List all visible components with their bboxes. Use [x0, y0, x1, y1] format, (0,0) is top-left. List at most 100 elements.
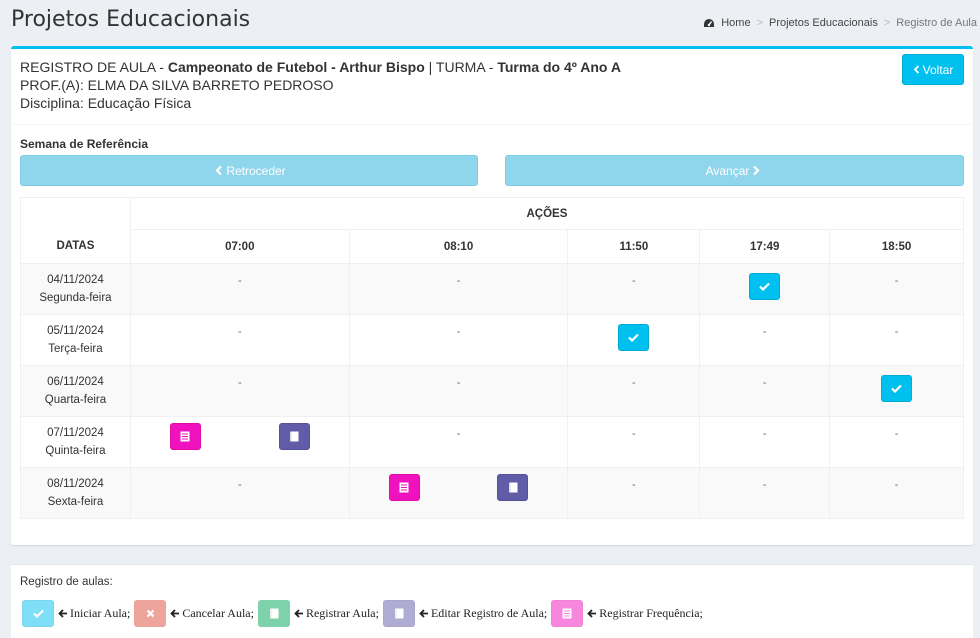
date-cell: 05/11/2024 Terça-feira — [20, 314, 131, 366]
legend-label: Registrar Frequência; — [599, 606, 703, 620]
breadcrumb-projects[interactable]: Projetos Educacionais — [769, 17, 878, 29]
legend-edit-swatch — [382, 600, 415, 627]
back-button[interactable]: Voltar — [902, 54, 964, 85]
legend-row: Iniciar Aula; Cancelar Aula; Registrar A… — [22, 600, 707, 627]
slot-cell: - — [829, 467, 964, 519]
legend-label: Cancelar Aula; — [182, 606, 254, 620]
next-week-label: Avançar — [705, 163, 750, 178]
legend-label: Iniciar Aula; — [70, 606, 131, 620]
slot-cell: - — [699, 314, 831, 366]
chevron-left-icon — [913, 65, 919, 74]
slot-cell — [348, 467, 569, 519]
legend-item-edit: Editar Registro de Aula; — [382, 600, 548, 627]
time-header: 17:49 — [699, 229, 831, 264]
table-row: 05/11/2024 Terça-feira - - - - — [20, 314, 964, 366]
table-row: 07/11/2024 Quinta-feira - - - - — [20, 416, 964, 468]
slot-cell: - — [348, 314, 569, 366]
legend-item-start: Iniciar Aula; — [22, 600, 130, 627]
slot-cell: - — [699, 416, 831, 468]
slot-cell: - — [348, 365, 569, 417]
time-header: 08:10 — [348, 229, 569, 264]
slot-cell: - — [129, 263, 350, 315]
slot-cell: - — [567, 467, 701, 519]
date-cell: 06/11/2024 Quarta-feira — [20, 365, 131, 417]
title-separator: | TURMA - — [424, 59, 498, 75]
breadcrumb-current: Registro de Aula — [896, 17, 977, 29]
book-icon — [394, 608, 404, 619]
slot-cell: - — [699, 365, 831, 417]
page-title: Projetos Educacionais — [11, 7, 251, 32]
slot-cell: - — [348, 263, 569, 315]
project-name: Campeonato de Futebol - Arthur Bispo — [167, 59, 425, 75]
start-lesson-button[interactable] — [618, 323, 650, 351]
arrow-left-icon — [58, 609, 67, 618]
slot-cell: - — [829, 314, 964, 366]
slot-cell: - — [829, 416, 964, 468]
legend-register-swatch — [257, 600, 290, 627]
breadcrumb-separator: > — [883, 17, 891, 29]
book-icon — [269, 608, 279, 619]
close-icon — [146, 609, 155, 618]
edit-lesson-record-button[interactable] — [278, 422, 310, 450]
legend-item-attendance: Registrar Frequência; — [551, 600, 703, 627]
slot-cell: - — [129, 467, 350, 519]
breadcrumb: Home > Projetos Educacionais > Registro … — [703, 17, 977, 29]
previous-week-button[interactable]: Retroceder — [20, 155, 478, 186]
legend-start-swatch — [22, 600, 54, 627]
dashboard-icon — [704, 18, 715, 27]
register-attendance-button[interactable] — [388, 473, 420, 501]
book-icon — [508, 482, 518, 492]
arrow-left-icon — [170, 609, 180, 618]
book-icon — [290, 431, 299, 441]
table-row: 06/11/2024 Quarta-feira - - - - — [20, 365, 964, 417]
breadcrumb-home[interactable]: Home — [721, 17, 750, 29]
chevron-left-icon — [215, 165, 223, 176]
date-cell: 04/11/2024 Segunda-feira — [20, 263, 131, 315]
actions-column-header: AÇÕES — [129, 197, 965, 230]
legend-item-register: Registrar Aula; — [257, 600, 379, 627]
list-icon — [562, 608, 572, 619]
date-cell: 08/11/2024 Sexta-feira — [20, 467, 131, 519]
title-prefix: REGISTRO DE AULA - — [20, 59, 168, 75]
legend-title: Registro de aulas: — [20, 576, 113, 588]
slot-cell — [829, 365, 964, 417]
lesson-title-line: REGISTRO DE AULA - Campeonato de Futebol… — [20, 58, 621, 76]
slot-cell: - — [829, 263, 964, 315]
list-icon — [180, 431, 190, 441]
slot-cell — [567, 314, 701, 366]
time-header: 07:00 — [129, 229, 350, 264]
legend-panel: Registro de aulas: Iniciar Aula; Cancela… — [11, 564, 973, 638]
start-lesson-button[interactable] — [881, 374, 913, 402]
dates-column-header: DATAS — [20, 197, 131, 264]
teacher-name: PROF.(A): ELMA DA SILVA BARRETO PEDROSO — [20, 77, 334, 93]
register-attendance-button[interactable] — [169, 422, 201, 450]
lesson-register-panel: REGISTRO DE AULA - Campeonato de Futebol… — [11, 46, 973, 545]
lesson-header: REGISTRO DE AULA - Campeonato de Futebol… — [20, 58, 621, 112]
header-divider — [11, 124, 973, 125]
discipline-name: Disciplina: Educação Física — [20, 95, 192, 111]
check-icon — [32, 609, 44, 618]
next-week-button[interactable]: Avançar — [505, 155, 964, 186]
time-header: 18:50 — [829, 229, 964, 264]
slot-cell: - — [567, 263, 701, 315]
check-icon — [628, 333, 640, 342]
schedule-table: DATAS AÇÕES 07:00 08:10 11:50 17:49 18:5… — [20, 197, 965, 519]
slot-cell: - — [699, 467, 831, 519]
legend-item-cancel: Cancelar Aula; — [134, 600, 254, 627]
back-button-label: Voltar — [922, 62, 954, 77]
class-name: Turma do 4º Ano A — [497, 59, 621, 75]
arrow-left-icon — [419, 609, 428, 618]
arrow-left-icon — [294, 609, 303, 618]
chevron-right-icon — [753, 165, 760, 176]
time-header: 11:50 — [567, 229, 701, 264]
slot-cell — [129, 416, 350, 468]
legend-attendance-swatch — [551, 600, 584, 627]
legend-label: Editar Registro de Aula; — [430, 606, 548, 620]
edit-lesson-record-button[interactable] — [497, 473, 529, 501]
legend-cancel-swatch — [134, 600, 167, 627]
list-icon — [399, 482, 409, 492]
date-cell: 07/11/2024 Quinta-feira — [20, 416, 131, 468]
start-lesson-button[interactable] — [749, 272, 781, 300]
slot-cell: - — [129, 365, 350, 417]
slot-cell: - — [348, 416, 569, 468]
